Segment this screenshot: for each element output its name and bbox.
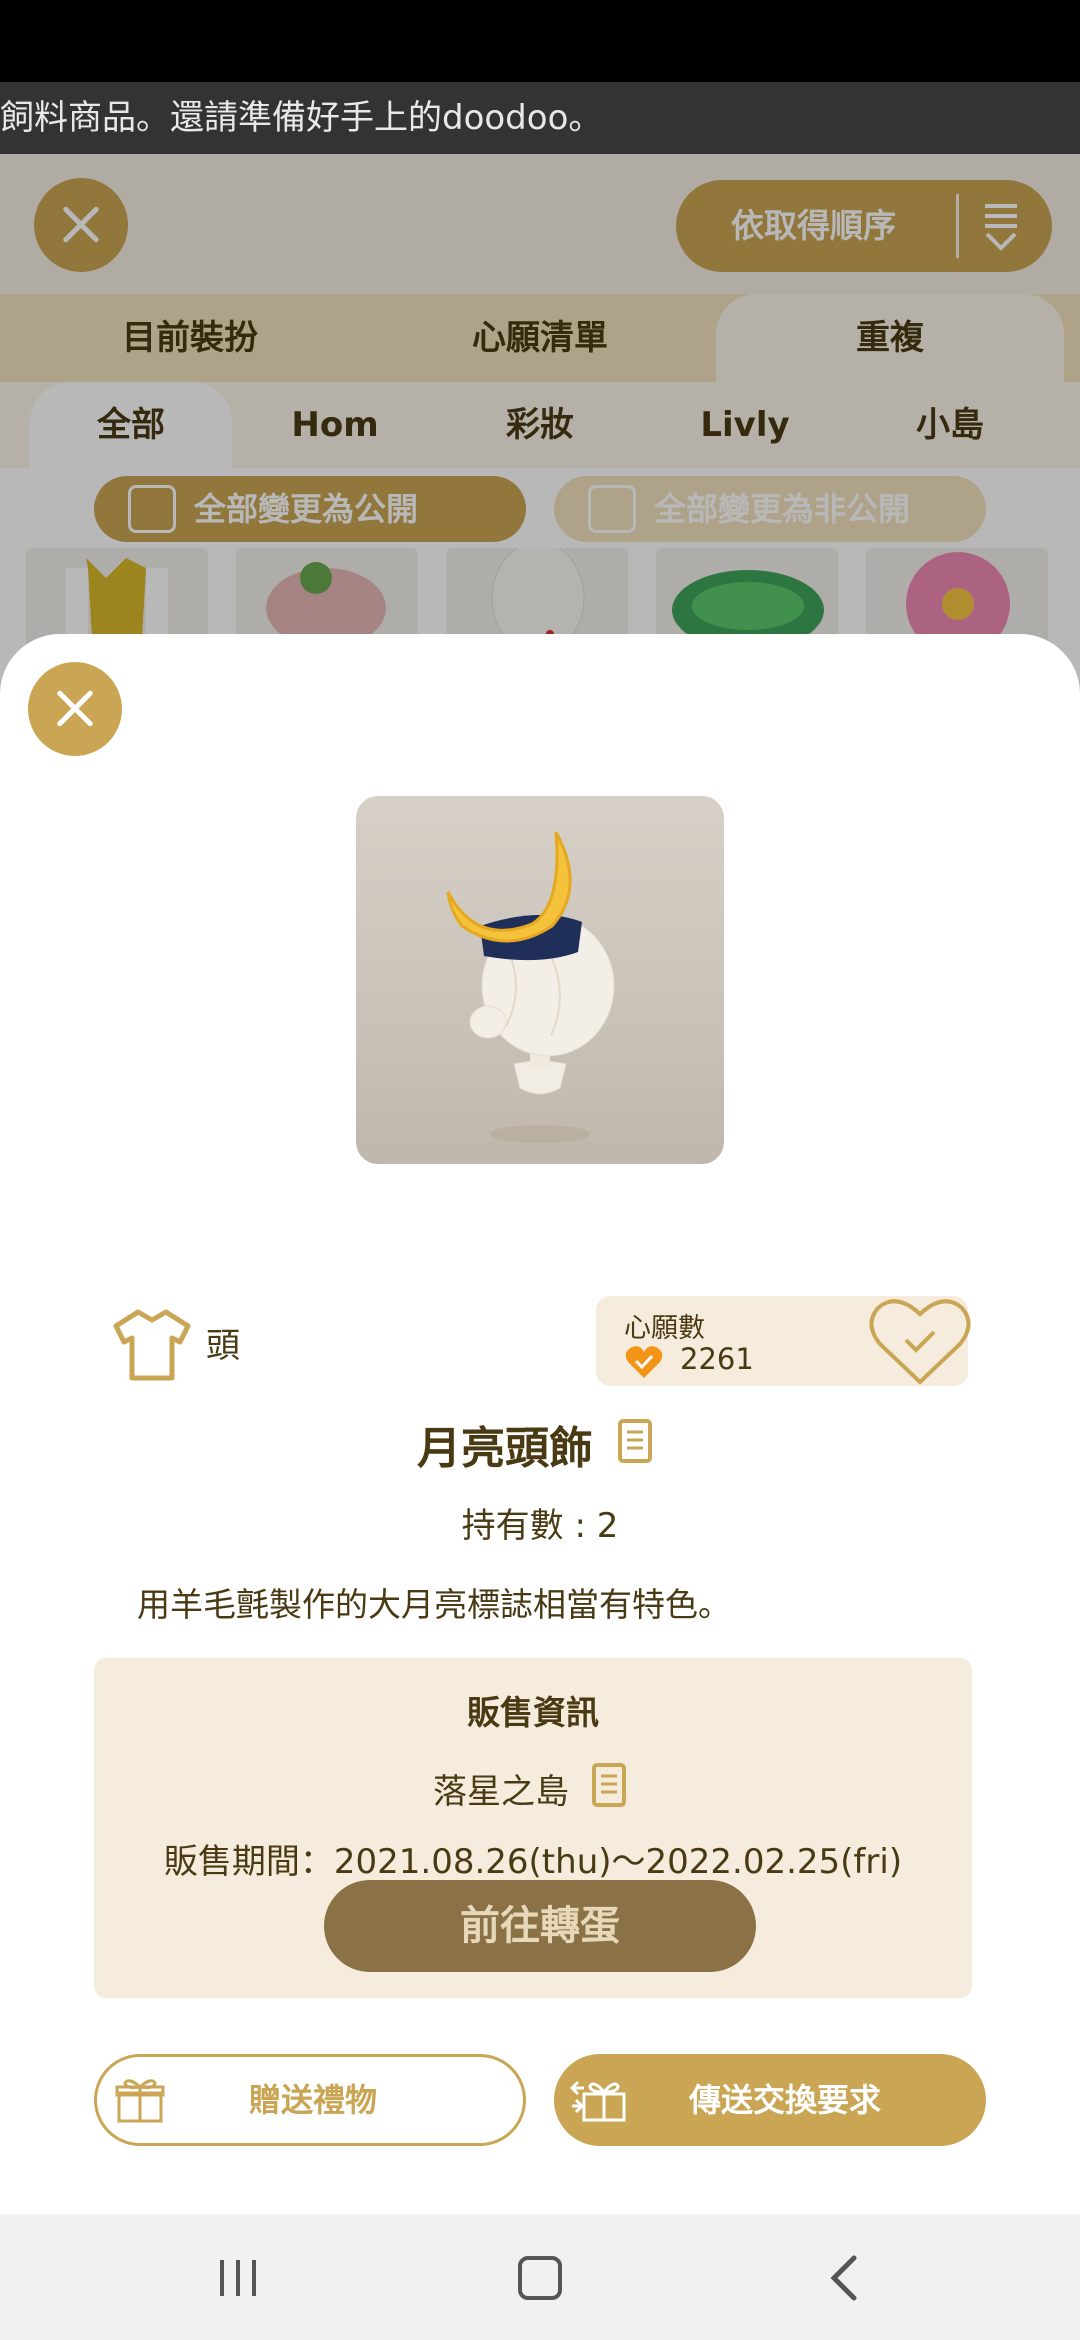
wish-count-value: 2261 bbox=[680, 1342, 754, 1376]
send-trade-request-label: 傳送交換要求 bbox=[688, 2081, 881, 2119]
item-name: 月亮頭飾 bbox=[417, 1423, 593, 1474]
sale-island-row: 落星之島 bbox=[94, 1762, 972, 1813]
status-bar bbox=[0, 0, 1080, 82]
recent-apps-icon[interactable] bbox=[216, 2258, 260, 2298]
home-icon[interactable] bbox=[518, 2256, 562, 2300]
sale-period: 販售期間：2021.08.26(thu)～2022.02.25(fri) bbox=[163, 1842, 903, 1882]
go-to-gacha-button[interactable]: 前往轉蛋 bbox=[324, 1880, 756, 1972]
sale-island-name: 落星之島 bbox=[433, 1772, 569, 1812]
island-document-icon[interactable] bbox=[591, 1762, 629, 1808]
owned-count: 持有數 : 2 bbox=[461, 1506, 619, 1546]
send-gift-label: 贈送禮物 bbox=[248, 2081, 377, 2119]
item-detail-sheet: 頭 心願數 2261 月亮頭飾 持有數 : 2 用羊毛氈製作的大月亮標誌相當有特… bbox=[0, 634, 1080, 2214]
shirt-icon bbox=[113, 1309, 191, 1381]
announcement-marquee: 飼料商品。還請準備好手上的doodoo。 bbox=[0, 82, 1080, 154]
owned-count-row: 持有數 : 2 bbox=[0, 1498, 1080, 1547]
wish-count-box: 心願數 2261 bbox=[596, 1296, 971, 1386]
sale-info-box: 販售資訊 落星之島 販售期間：2021.08.26(thu)～2022.02.2… bbox=[94, 1658, 972, 1998]
wishlist-heart-button[interactable] bbox=[868, 1294, 972, 1386]
moon-headpiece-image bbox=[446, 831, 615, 1143]
item-description: 用羊毛氈製作的大月亮標誌相當有特色。 bbox=[137, 1585, 731, 1624]
send-trade-request-button[interactable]: 傳送交換要求 bbox=[554, 2054, 986, 2146]
document-icon[interactable] bbox=[617, 1418, 655, 1464]
item-image bbox=[356, 796, 724, 1164]
back-icon[interactable] bbox=[826, 2254, 860, 2302]
close-sheet-button[interactable] bbox=[28, 662, 122, 756]
heart-icon bbox=[625, 1346, 663, 1378]
system-navigation-bar bbox=[0, 2214, 1080, 2340]
sale-info-title: 販售資訊 bbox=[467, 1693, 599, 1732]
category-label: 頭 bbox=[206, 1326, 240, 1366]
wish-count-title: 心願數 bbox=[624, 1313, 705, 1344]
send-gift-button[interactable]: 贈送禮物 bbox=[94, 2054, 526, 2146]
item-name-row: 月亮頭飾 bbox=[0, 1412, 1080, 1476]
